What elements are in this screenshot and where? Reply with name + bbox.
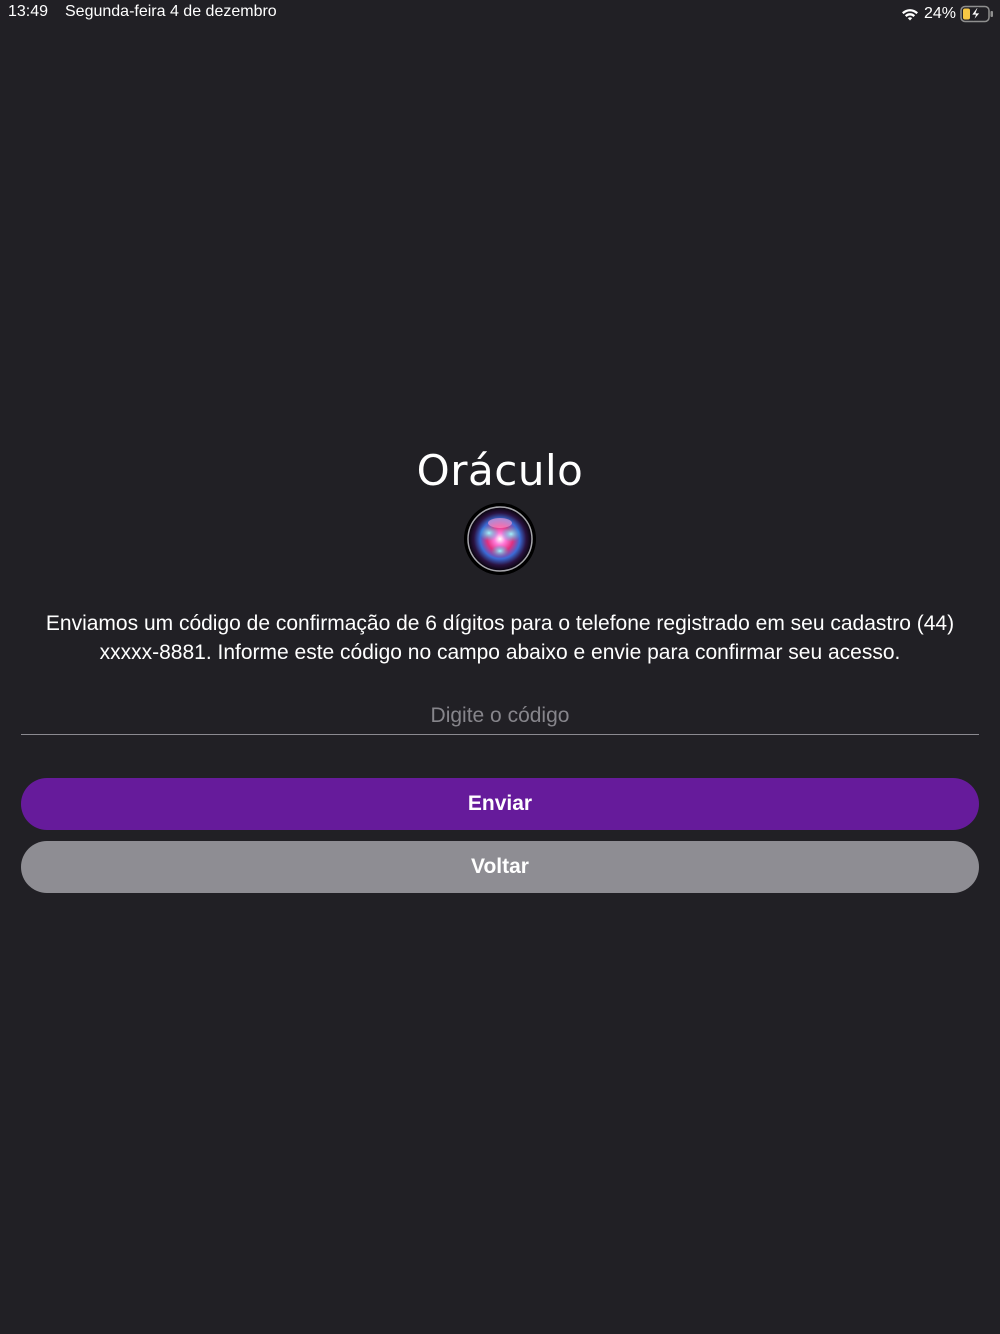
status-time: 13:49	[8, 3, 49, 20]
battery-charging-icon	[960, 5, 994, 23]
verification-screen: 13:49 Segunda-feira 4 de dezembro 24% Or…	[0, 0, 1000, 1334]
battery-percent: 24%	[923, 5, 956, 22]
confirmation-message: Enviamos um código de confirmação de 6 d…	[45, 612, 955, 664]
send-button[interactable]: Enviar	[21, 778, 979, 830]
app-title: Oráculo	[416, 446, 584, 495]
wifi-icon	[900, 6, 920, 22]
status-date: Segunda-feira 4 de dezembro	[65, 3, 277, 20]
code-input[interactable]	[21, 697, 979, 735]
crystal-orb-logo	[464, 503, 536, 575]
status-bar: 13:49 Segunda-feira 4 de dezembro 24%	[0, 0, 1000, 28]
status-indicators: 24%	[900, 3, 994, 25]
back-button[interactable]: Voltar	[21, 841, 979, 893]
